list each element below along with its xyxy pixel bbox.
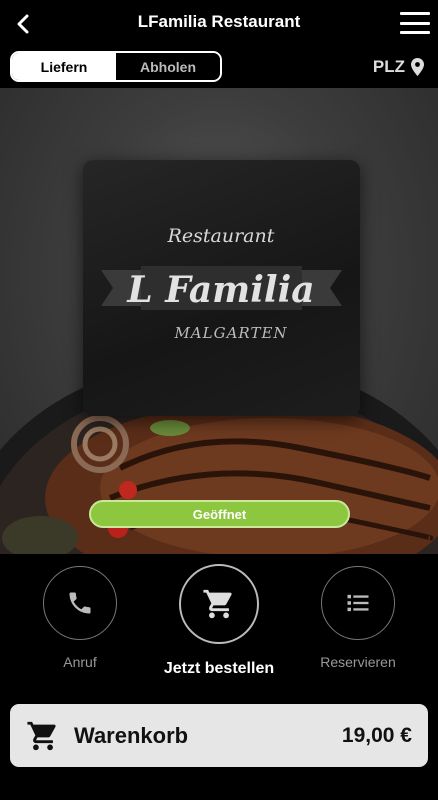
call-button[interactable]: Anruf [20, 566, 140, 670]
logo-subtext: MALGARTEN [173, 324, 287, 342]
map-pin-icon [411, 58, 424, 76]
page-title: LFamilia Restaurant [137, 12, 301, 31]
postal-code-label: PLZ [372, 57, 405, 76]
list-icon [347, 594, 369, 612]
cart-total: 19,00 € [341, 723, 412, 747]
pickup-tab[interactable]: Abholen [116, 53, 220, 80]
order-now-label: Jetzt bestellen [163, 660, 275, 677]
hero-image: Restaurant L Familia MALGARTEN Geöffnet [0, 88, 438, 554]
cart-icon [27, 721, 56, 750]
call-circle[interactable] [43, 566, 117, 640]
action-row: Anruf Jetzt bestellen Reservieren [0, 554, 438, 694]
reserve-button[interactable]: Reservieren [298, 566, 418, 670]
reserve-label: Reservieren [320, 654, 396, 670]
cart-button[interactable]: Warenkorb 19,00 € [10, 704, 428, 767]
logo-name: L Familia [126, 269, 314, 311]
phone-icon [69, 592, 91, 614]
postal-code-button[interactable]: PLZ [373, 57, 424, 77]
app-header: LFamilia Restaurant [0, 0, 438, 48]
hamburger-menu-icon [400, 12, 430, 15]
restaurant-logo: Restaurant L Familia MALGARTEN [83, 160, 360, 416]
menu-button[interactable] [400, 12, 430, 34]
deliver-tab[interactable]: Liefern [12, 53, 116, 80]
order-now-button[interactable]: Jetzt bestellen [159, 564, 279, 678]
reserve-circle[interactable] [321, 566, 395, 640]
logo-top-text: Restaurant [167, 225, 275, 247]
open-status-badge: Geöffnet [89, 500, 350, 528]
cart-label: Warenkorb [74, 722, 189, 748]
order-now-circle[interactable] [179, 564, 259, 644]
order-mode-bar: Liefern Abholen PLZ [0, 48, 438, 88]
call-label: Anruf [63, 654, 97, 670]
cart-icon [203, 589, 232, 619]
restaurant-logo-image: Restaurant L Familia MALGARTEN [101, 225, 342, 342]
order-mode-toggle: Liefern Abholen [10, 51, 222, 82]
